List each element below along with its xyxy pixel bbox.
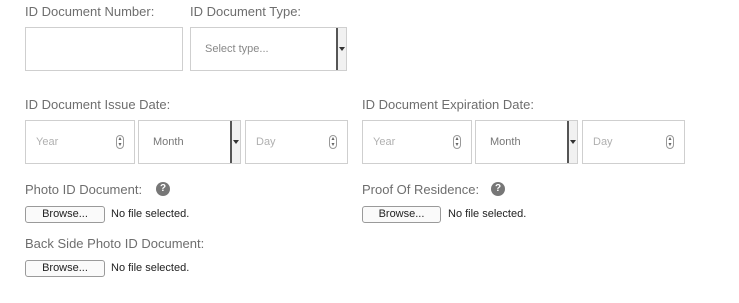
photo-id-label: Photo ID Document: [25,182,143,197]
spinner-arrows-icon[interactable]: ▴ ▾ [453,135,461,149]
photo-id-file-status: No file selected. [111,208,190,220]
back-side-label: Back Side Photo ID Document: [25,236,205,251]
dropdown-arrow-icon [336,28,346,70]
id-number-input[interactable] [25,27,183,71]
issue-day-input[interactable]: Day ▴ ▾ [245,120,348,164]
issue-date-label: ID Document Issue Date: [25,97,171,112]
proof-residence-label: Proof Of Residence: [362,182,480,197]
spinner-arrows-icon[interactable]: ▴ ▾ [666,135,674,149]
photo-id-browse-button[interactable]: Browse... [25,206,105,223]
issue-day-placeholder: Day [256,136,276,148]
proof-residence-file-status: No file selected. [448,208,527,220]
id-number-label: ID Document Number: [25,4,155,19]
id-type-select[interactable]: Select type... [190,27,347,71]
id-type-placeholder: Select type... [205,43,269,55]
expiration-date-label: ID Document Expiration Date: [362,97,534,112]
dropdown-arrow-icon [567,121,577,163]
issue-year-placeholder: Year [36,136,59,148]
issue-month-select[interactable]: Month [138,120,241,164]
id-type-label: ID Document Type: [190,4,302,19]
spinner-arrows-icon[interactable]: ▴ ▾ [329,135,337,149]
back-side-browse-button[interactable]: Browse... [25,260,105,277]
expiration-day-input[interactable]: Day ▴ ▾ [582,120,685,164]
expiration-day-placeholder: Day [593,136,613,148]
back-side-file-status: No file selected. [111,262,190,274]
question-circle-icon[interactable]: ? [491,182,505,196]
issue-month-value: Month [153,136,184,148]
expiration-month-value: Month [490,136,521,148]
proof-residence-browse-button[interactable]: Browse... [362,206,441,223]
expiration-year-placeholder: Year [373,136,396,148]
expiration-month-select[interactable]: Month [475,120,578,164]
issue-year-input[interactable]: Year ▴ ▾ [25,120,135,164]
expiration-year-input[interactable]: Year ▴ ▾ [362,120,472,164]
spinner-arrows-icon[interactable]: ▴ ▾ [116,135,124,149]
question-circle-icon[interactable]: ? [156,182,170,196]
dropdown-arrow-icon [230,121,240,163]
